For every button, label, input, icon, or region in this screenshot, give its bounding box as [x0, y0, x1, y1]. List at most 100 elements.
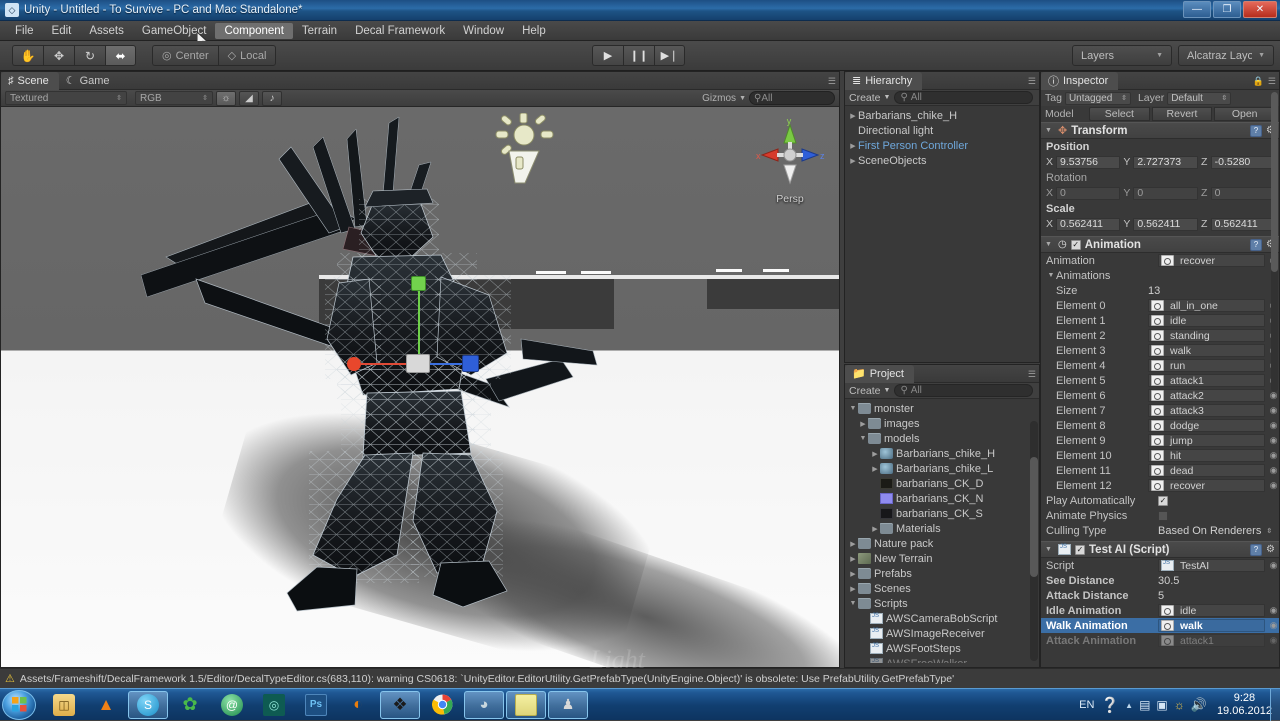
- tag-dropdown[interactable]: Untagged ⇳: [1064, 91, 1131, 105]
- taskbar-explorer[interactable]: ◫: [44, 691, 84, 719]
- model-open-button[interactable]: Open: [1214, 107, 1276, 121]
- animation-clip-row[interactable]: Animation recover ◉: [1041, 253, 1279, 268]
- menu-component[interactable]: Component: [215, 22, 293, 39]
- expand-arrow-icon[interactable]: ▶: [848, 157, 858, 165]
- tab-scene[interactable]: ♯ Scene: [1, 71, 59, 90]
- see-distance-row[interactable]: See Distance 30.5: [1041, 573, 1279, 588]
- taskbar-monodevelop[interactable]: ◕: [464, 690, 504, 719]
- play-automatically-row[interactable]: Play Automatically ✓: [1041, 493, 1279, 508]
- project-item-barbarians-ck-s[interactable]: ▶ barbarians_CK_S: [845, 506, 1039, 521]
- element-field[interactable]: attack2: [1148, 389, 1265, 402]
- volume-low-icon[interactable]: ☼: [1174, 698, 1185, 712]
- clock[interactable]: 9:28 19.06.2012: [1217, 692, 1272, 718]
- attack-animation-field[interactable]: attack1: [1158, 634, 1265, 647]
- idle-animation-row[interactable]: Idle Animation idle ◉: [1041, 603, 1279, 618]
- help-icon[interactable]: ?: [1250, 543, 1263, 556]
- show-desktop-button[interactable]: [1270, 689, 1280, 721]
- object-picker-icon[interactable]: ◉: [1268, 620, 1279, 631]
- taskbar-mail[interactable]: @: [212, 691, 252, 719]
- test-ai-enabled-checkbox[interactable]: ✓: [1075, 544, 1085, 555]
- start-button[interactable]: [2, 689, 36, 720]
- play-automatically-checkbox[interactable]: ✓: [1158, 495, 1168, 506]
- animate-physics-row[interactable]: Animate Physics ✓: [1041, 508, 1279, 523]
- collapse-arrow-icon[interactable]: ▼: [1046, 272, 1056, 279]
- rotation-x-input[interactable]: 0: [1056, 186, 1121, 200]
- project-create-button[interactable]: Create ▼: [849, 385, 890, 397]
- help-icon[interactable]: ?: [1250, 238, 1263, 251]
- model-select-button[interactable]: Select: [1089, 107, 1150, 121]
- taskbar-unity-remote[interactable]: ♟: [548, 690, 588, 719]
- layer-dropdown[interactable]: Default ⇳: [1167, 91, 1232, 105]
- scale-z-input[interactable]: 0.562411: [1210, 217, 1275, 231]
- scene-orientation-gizmo[interactable]: y x z Persp: [749, 115, 831, 215]
- expand-arrow-icon[interactable]: ▶: [848, 540, 858, 548]
- animation-element-row[interactable]: Element 7 attack3 ◉: [1041, 403, 1279, 418]
- project-scrollbar-thumb[interactable]: [1030, 457, 1038, 577]
- animation-component-header[interactable]: ▼ ◷ ✓ Animation ? ⚙: [1041, 236, 1279, 253]
- rotation-y-input[interactable]: 0: [1133, 186, 1198, 200]
- gear-icon[interactable]: ⚙: [1266, 544, 1275, 555]
- menu-decal-framework[interactable]: Decal Framework: [346, 23, 454, 39]
- menu-window[interactable]: Window: [454, 23, 513, 39]
- project-item-awsfreewalker[interactable]: ▶ AWSFreeWalker: [845, 656, 1039, 663]
- scale-y-input[interactable]: 0.562411: [1133, 217, 1198, 231]
- expand-arrow-icon[interactable]: ▶: [870, 450, 880, 458]
- project-item-materials[interactable]: ▶ Materials: [845, 521, 1039, 536]
- axis-gizmo[interactable]: y x z: [750, 115, 830, 189]
- element-field[interactable]: attack3: [1148, 404, 1265, 417]
- move-tool-button[interactable]: ✥: [43, 45, 74, 66]
- object-picker-icon[interactable]: ◉: [1268, 635, 1279, 646]
- hierarchy-item-sceneobjects[interactable]: ▶ SceneObjects: [845, 153, 1039, 168]
- element-field[interactable]: jump: [1148, 434, 1265, 447]
- animate-physics-checkbox[interactable]: ✓: [1158, 510, 1168, 521]
- project-item-awsimagereceiver[interactable]: ▶ AWSImageReceiver: [845, 626, 1039, 641]
- collapse-arrow-icon[interactable]: ▼: [1045, 241, 1054, 248]
- taskbar-photoshop[interactable]: Ps: [296, 691, 336, 719]
- element-field[interactable]: run: [1148, 359, 1265, 372]
- attack-distance-row[interactable]: Attack Distance 5: [1041, 588, 1279, 603]
- close-button[interactable]: ✕: [1243, 1, 1277, 18]
- collapse-arrow-icon[interactable]: ▼: [848, 405, 858, 412]
- network-icon[interactable]: ▤: [1139, 698, 1150, 712]
- tab-inspector[interactable]: ⓘ Inspector: [1041, 72, 1119, 90]
- object-picker-icon[interactable]: ◉: [1268, 605, 1279, 616]
- tab-hierarchy[interactable]: ≣ Hierarchy: [845, 71, 923, 90]
- element-field[interactable]: dead: [1148, 464, 1265, 477]
- taskbar-notes[interactable]: [506, 690, 546, 719]
- expand-arrow-icon[interactable]: ▶: [870, 465, 880, 473]
- walk-animation-row[interactable]: Walk Animation walk ◉: [1041, 618, 1279, 633]
- action-center-icon[interactable]: ▣: [1156, 698, 1167, 712]
- animation-element-row[interactable]: Element 0 all_in_one◉: [1041, 298, 1279, 313]
- pause-button[interactable]: ❙❙: [623, 45, 654, 66]
- menu-edit[interactable]: Edit: [43, 23, 81, 39]
- step-button[interactable]: ▶❘: [654, 45, 685, 66]
- hierarchy-create-button[interactable]: Create ▼: [849, 92, 890, 104]
- gizmo-center-handle[interactable]: [406, 354, 430, 373]
- project-item-barbarians-chike-h[interactable]: ▶ Barbarians_chike_H: [845, 446, 1039, 461]
- tab-game[interactable]: ☾ Game: [59, 72, 120, 90]
- object-picker-icon[interactable]: ◉: [1268, 560, 1279, 571]
- taskbar-chrome[interactable]: [422, 691, 462, 719]
- play-button[interactable]: ▶: [592, 45, 623, 66]
- minimize-button[interactable]: —: [1183, 1, 1211, 18]
- project-search-input[interactable]: ⚲ All: [894, 384, 1033, 397]
- object-picker-icon[interactable]: ◉: [1268, 405, 1279, 416]
- object-picker-icon[interactable]: ◉: [1268, 435, 1279, 446]
- expand-arrow-icon[interactable]: ▶: [870, 525, 880, 533]
- menu-assets[interactable]: Assets: [80, 23, 133, 39]
- collapse-arrow-icon[interactable]: ▼: [1045, 127, 1054, 134]
- animation-element-row[interactable]: Element 3 walk◉: [1041, 343, 1279, 358]
- scene-viewport[interactable]: y x z Persp: [1, 107, 839, 667]
- project-panel-menu-icon[interactable]: ☰: [1028, 369, 1036, 380]
- animations-array-row[interactable]: ▼ Animations: [1041, 268, 1279, 283]
- culling-type-value[interactable]: Based On Renderers: [1158, 525, 1261, 537]
- animation-element-row[interactable]: Element 2 standing◉: [1041, 328, 1279, 343]
- animation-element-row[interactable]: Element 4 run◉: [1041, 358, 1279, 373]
- language-indicator[interactable]: EN: [1079, 699, 1094, 711]
- hierarchy-panel-menu-icon[interactable]: ☰: [1028, 76, 1036, 87]
- walk-animation-field[interactable]: walk: [1158, 619, 1265, 632]
- animation-element-row[interactable]: Element 5 attack1◉: [1041, 373, 1279, 388]
- collapse-arrow-icon[interactable]: ▼: [1045, 546, 1054, 553]
- rotation-z-input[interactable]: 0: [1210, 186, 1275, 200]
- project-item-awsfootsteps[interactable]: ▶ AWSFootSteps: [845, 641, 1039, 656]
